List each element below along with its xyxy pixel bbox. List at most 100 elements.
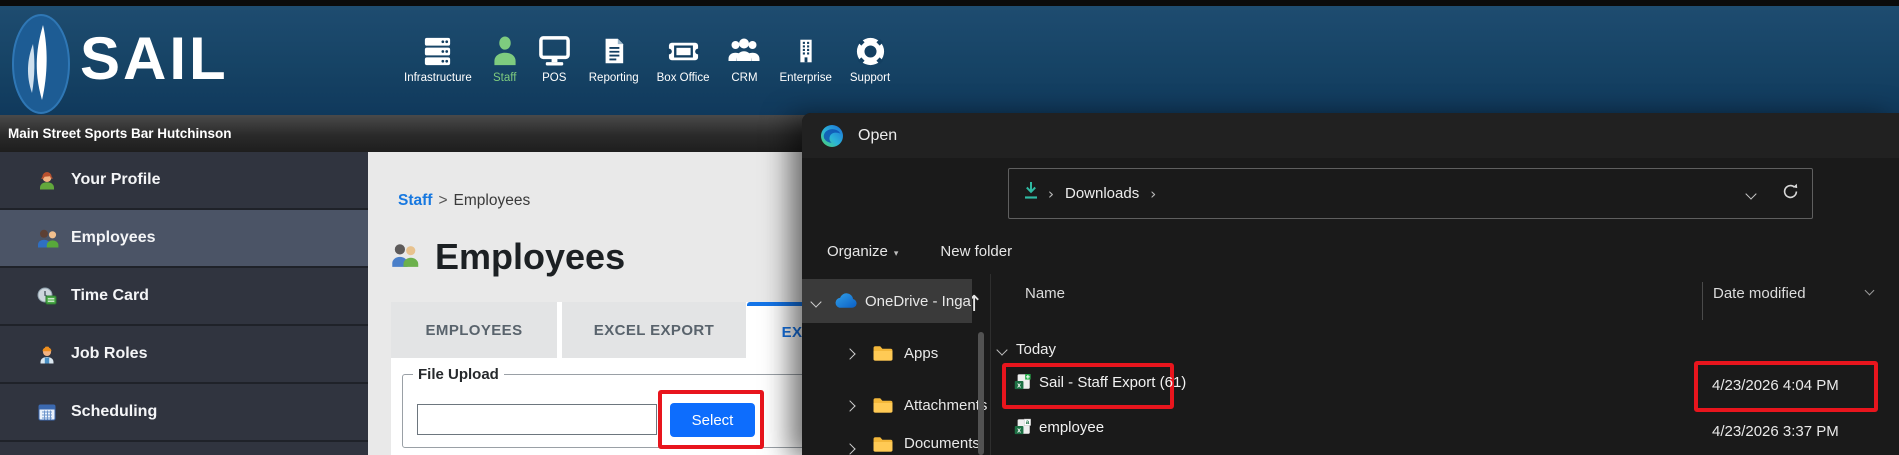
tree-scrollbar[interactable] (978, 332, 984, 455)
screen: SAIL Infrastructure Staff POS (0, 0, 1899, 455)
tree-item-attachments[interactable]: Attachments (802, 383, 988, 427)
address-bar[interactable]: › Downloads › (1008, 168, 1813, 219)
sidebar-item-employees[interactable]: Employees (0, 210, 368, 268)
chevron-collapsed-icon[interactable] (846, 345, 854, 362)
sidebar-item-time-card[interactable]: Time Card (0, 268, 368, 326)
tree-item-label: Apps (904, 345, 938, 362)
svg-text:a: a (1026, 419, 1030, 426)
tree-item-apps[interactable]: Apps (802, 331, 988, 375)
building-icon (794, 32, 818, 70)
file-row-sail-staff-export[interactable]: x Sail - Staff Export (61) (1014, 373, 1186, 391)
excel-file-icon: x (1014, 373, 1031, 391)
nav-label: Staff (493, 72, 516, 84)
page-title: Employees (435, 236, 625, 278)
column-header-date-modified[interactable]: Date modified (1713, 285, 1806, 302)
sidebar: Your Profile Employees Time Card Job Rol… (0, 152, 368, 455)
organize-button[interactable]: Organize▾ (827, 243, 898, 260)
app-header: SAIL Infrastructure Staff POS (0, 6, 1899, 115)
sidebar-item-label: Employees (71, 229, 155, 247)
nav-label: Infrastructure (404, 72, 472, 84)
address-dropdown-chevron-icon[interactable] (1747, 185, 1755, 203)
chevron-expanded-icon[interactable] (812, 293, 820, 310)
breadcrumb: Staff > Employees (398, 192, 530, 210)
nav-item-box-office[interactable]: Box Office (648, 32, 719, 84)
time-card-icon (37, 286, 59, 306)
file-path-input[interactable] (417, 404, 657, 435)
folder-icon (872, 344, 894, 362)
ticket-icon (667, 32, 700, 70)
refresh-icon[interactable] (1781, 182, 1800, 206)
chevron-collapsed-icon[interactable] (846, 440, 854, 455)
file-name: employee (1039, 419, 1104, 436)
profile-person-icon (37, 170, 59, 190)
breadcrumb-section-link[interactable]: Staff (398, 192, 432, 209)
nav-label: Reporting (589, 72, 639, 84)
sidebar-item-label: Time Card (71, 287, 149, 305)
svg-text:x: x (1017, 382, 1021, 390)
nav-item-enterprise[interactable]: Enterprise (770, 32, 840, 84)
file-group-today[interactable]: Today (998, 341, 1056, 358)
sidebar-item-label: Your Profile (71, 171, 161, 189)
page-title-row: Employees (391, 236, 625, 278)
column-options-chevron-icon[interactable] (1866, 281, 1873, 299)
breadcrumb-current-page: Employees (454, 192, 531, 209)
file-row-employee[interactable]: ax employee (1014, 418, 1104, 436)
nav-item-infrastructure[interactable]: Infrastructure (395, 32, 481, 84)
tree-item-onedrive[interactable]: OneDrive - Inga (802, 279, 972, 323)
primary-nav: Infrastructure Staff POS Reporting (395, 32, 899, 84)
new-folder-button[interactable]: New folder (940, 243, 1012, 260)
downloads-folder-icon (1021, 180, 1041, 207)
sail-logo-icon[interactable] (12, 14, 70, 119)
sidebar-item-label: Scheduling (71, 403, 157, 421)
onedrive-cloud-icon (834, 293, 857, 309)
excel-file-icon: ax (1014, 418, 1031, 436)
person-icon (490, 32, 520, 70)
file-date-modified[interactable]: 4/23/2026 4:04 PM (1712, 377, 1839, 394)
sidebar-item-scheduling[interactable]: Scheduling (0, 384, 368, 442)
tab-excel-export[interactable]: EXCEL EXPORT (562, 302, 746, 358)
column-separator[interactable] (1702, 282, 1703, 320)
file-date-modified[interactable]: 4/23/2026 3:37 PM (1712, 423, 1839, 440)
nav-item-crm[interactable]: CRM (718, 32, 770, 84)
chevron-expanded-icon (998, 341, 1006, 358)
servers-icon (421, 32, 454, 70)
tree-item-label: Attachments (904, 397, 987, 414)
sidebar-item-label: Job Roles (71, 345, 147, 363)
nav-item-staff[interactable]: Staff (481, 32, 529, 84)
tree-item-documents[interactable]: Documents (802, 435, 988, 455)
logo-text[interactable]: SAIL (80, 24, 229, 93)
nav-item-support[interactable]: Support (841, 32, 899, 84)
select-file-button[interactable]: Select (670, 403, 755, 437)
nav-label: Enterprise (779, 72, 831, 84)
nav-item-pos[interactable]: POS (529, 32, 580, 84)
dialog-title-bar[interactable]: Open (802, 113, 1899, 158)
breadcrumb-chevron-icon: › (1150, 185, 1156, 203)
tab-employees[interactable]: EMPLOYEES (391, 302, 557, 358)
people-group-icon (727, 32, 761, 70)
folder-icon (872, 435, 894, 453)
address-location[interactable]: Downloads (1065, 185, 1139, 202)
tree-item-label: Documents (904, 435, 980, 452)
sidebar-item-job-roles[interactable]: Job Roles (0, 326, 368, 384)
file-name: Sail - Staff Export (61) (1039, 374, 1186, 391)
column-header-name[interactable]: Name (1025, 285, 1065, 302)
calendar-icon (37, 402, 59, 422)
report-document-icon (601, 32, 627, 70)
two-people-icon (37, 228, 59, 248)
employees-icon (391, 242, 419, 272)
caret-down-icon: ▾ (894, 248, 899, 258)
edge-browser-icon (820, 124, 844, 148)
nav-item-reporting[interactable]: Reporting (580, 32, 648, 84)
nav-label: CRM (731, 72, 757, 84)
dialog-command-bar: Organize▾ New folder (802, 228, 1899, 274)
breadcrumb-separator: > (438, 192, 447, 209)
chevron-collapsed-icon[interactable] (846, 397, 854, 414)
open-file-dialog: Open ← → ↑ › Downloads › Organize▾ New f… (802, 113, 1899, 455)
pane-separator (990, 274, 991, 455)
nav-label: Box Office (657, 72, 710, 84)
sidebar-item-your-profile[interactable]: Your Profile (0, 152, 368, 210)
file-upload-legend: File Upload (413, 366, 504, 383)
svg-text:x: x (1017, 427, 1021, 435)
venue-name: Main Street Sports Bar Hutchinson (8, 126, 232, 141)
monitor-icon (538, 32, 571, 70)
